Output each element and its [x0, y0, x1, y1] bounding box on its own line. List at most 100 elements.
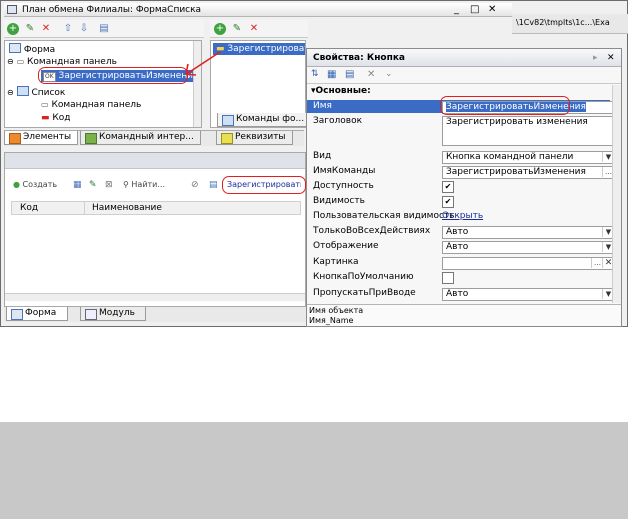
dropdown-icon[interactable]: ⌄ — [385, 69, 393, 79]
column-name[interactable]: Наименование — [92, 203, 162, 213]
properties-scrollbar[interactable] — [612, 85, 621, 303]
copy-icon[interactable]: ▦ — [73, 180, 82, 190]
form-commands-tab-icon — [222, 115, 234, 126]
delete-command-icon[interactable]: ✕ — [248, 23, 260, 35]
prop-row-command-name[interactable]: ИмяКоманды ЗарегистрироватьИзменения… — [307, 165, 615, 179]
preview-header — [5, 153, 305, 169]
module-tab-icon — [85, 309, 97, 320]
prop-row-user-visibility[interactable]: Пользовательская видимость Открыть — [307, 210, 610, 223]
tab-form-commands[interactable]: Команды фо... — [217, 113, 312, 127]
close-icon[interactable]: ✕ — [488, 4, 496, 15]
tab-form[interactable]: Форма — [6, 307, 68, 321]
left-tab-bar: Элементы Командный интер... Реквизиты — [4, 130, 304, 146]
tab-module[interactable]: Модуль — [80, 307, 146, 321]
delete-icon[interactable]: ✕ — [40, 23, 52, 35]
elements-tree: Форма ⊖ ▭ Командная панель OK Зарегистри… — [4, 40, 202, 128]
bottom-tab-bar: Форма Модуль — [4, 306, 306, 322]
add-command-icon[interactable]: + — [214, 23, 226, 35]
edit-icon[interactable]: ✎ — [24, 23, 36, 35]
create-button[interactable]: ● Создать — [13, 180, 57, 189]
path-bar: \1Cv82\tmplts\1c...\Exa — [512, 14, 628, 34]
window-title: План обмена Филиалы: ФормаСписка — [22, 5, 202, 15]
visible-checkbox[interactable]: ✔ — [442, 196, 454, 208]
create-icon: ● — [13, 180, 20, 189]
enabled-checkbox[interactable]: ✔ — [442, 181, 454, 193]
command-name-field[interactable]: ЗарегистрироватьИзменения… — [442, 166, 615, 179]
tree-item-list-command-panel[interactable]: ▭ Командная панель — [41, 99, 141, 111]
prop-row-only-in-all-actions[interactable]: ТолькоВоВсехДействиях Авто ▼ — [307, 225, 615, 239]
form-window-icon — [7, 5, 17, 14]
prop-row-title[interactable]: Заголовок Зарегистрировать изменения — [307, 115, 615, 146]
refresh-icon[interactable]: ▤ — [209, 180, 218, 190]
command-item-register[interactable]: ▬ Зарегистрировать — [213, 43, 305, 55]
skip-on-input-select[interactable]: Авто ▼ — [442, 288, 615, 301]
kind-select[interactable]: Кнопка командной панели ▼ — [442, 151, 615, 164]
red-arrow — [185, 51, 221, 76]
pin-icon[interactable]: ▸ — [593, 49, 598, 67]
title-bar: План обмена Филиалы: ФормаСписка _ □ ✕ — [4, 3, 512, 17]
find-button[interactable]: ⚲ Найти... — [123, 180, 165, 189]
preview-scrollbar[interactable] — [5, 293, 305, 301]
highlight-oval — [440, 96, 570, 115]
column-divider — [84, 202, 85, 214]
representation-select[interactable]: Авто ▼ — [442, 241, 615, 254]
default-button-checkbox[interactable] — [442, 272, 454, 284]
prop-row-skip-on-input[interactable]: ПропускатьПриВводе Авто ▼ — [307, 287, 615, 301]
highlight-oval — [222, 176, 306, 194]
find-icon: ⚲ — [123, 180, 129, 189]
tab-command-interface[interactable]: Командный интер... — [80, 131, 201, 145]
tab-elements[interactable]: Элементы — [4, 131, 79, 145]
requisites-tab-icon — [221, 133, 233, 144]
command-panel-icon: ▭ — [16, 57, 25, 66]
prop-row-representation[interactable]: Отображение Авто ▼ — [307, 240, 615, 254]
column-code[interactable]: Код — [20, 203, 38, 213]
move-down-icon[interactable]: ⇩ — [78, 23, 90, 35]
elements-tab-icon — [9, 133, 21, 144]
categories-icon[interactable]: ▦ — [327, 69, 336, 80]
clear-icon[interactable]: ✕ — [367, 69, 375, 80]
only-in-all-actions-select[interactable]: Авто ▼ — [442, 226, 615, 239]
edit-item-icon[interactable]: ✎ — [89, 180, 97, 190]
highlight-oval — [38, 67, 188, 84]
command-interface-tab-icon — [85, 133, 97, 144]
picture-field[interactable]: … ✕ — [442, 257, 615, 270]
list-view-icon[interactable]: ▤ — [345, 69, 354, 80]
more-icon[interactable]: ▤ — [98, 23, 110, 35]
section-basic[interactable]: ▾Основные: — [311, 86, 371, 96]
commands-pane: ▬ Зарегистрировать Команды фо... — [210, 40, 312, 128]
properties-close-icon[interactable]: ✕ — [607, 49, 615, 67]
tree-item-list[interactable]: ⊖ Список — [7, 86, 65, 98]
prop-row-kind[interactable]: Вид Кнопка командной панели ▼ — [307, 150, 615, 164]
table-icon — [16, 86, 29, 96]
commands-toolbar: + ✎ ✕ — [210, 20, 308, 38]
collapse-icon[interactable]: ⊖ — [7, 88, 14, 97]
list-header: Код Наименование — [11, 201, 301, 215]
tab-requisites[interactable]: Реквизиты — [216, 131, 293, 145]
elements-toolbar: + ✎ ✕ ⇧ ⇩ ▤ — [4, 20, 204, 38]
move-up-icon[interactable]: ⇧ — [62, 23, 74, 35]
tree-item-code[interactable]: ▬ Код — [41, 112, 71, 124]
background-band — [0, 422, 628, 519]
title-field[interactable]: Зарегистрировать изменения — [442, 116, 615, 146]
properties-title: Свойства: Кнопка ▸ ✕ — [307, 49, 621, 67]
prop-row-visible[interactable]: Видимость ✔ — [307, 195, 610, 208]
minimize-icon[interactable]: _ — [454, 4, 459, 15]
field-icon: ▬ — [41, 113, 50, 123]
sort-icon[interactable]: ⇅ — [311, 69, 319, 79]
prop-row-enabled[interactable]: Доступность ✔ — [307, 180, 610, 193]
maximize-icon[interactable]: □ — [470, 4, 479, 15]
prop-row-default-button[interactable]: КнопкаПоУмолчанию — [307, 271, 610, 284]
prop-row-picture[interactable]: Картинка … ✕ — [307, 256, 615, 270]
property-description: Имя объекта Имя_Name — [307, 304, 621, 326]
collapse-icon[interactable]: ⊖ — [7, 57, 14, 66]
cancel-search-icon[interactable]: ⊘ — [191, 180, 199, 190]
edit-command-icon[interactable]: ✎ — [231, 23, 243, 35]
tree-item-form[interactable]: Форма — [9, 43, 55, 55]
command-panel-icon: ▭ — [41, 100, 49, 109]
open-link[interactable]: Открыть — [442, 210, 483, 223]
properties-panel: Свойства: Кнопка ▸ ✕ ⇅ ▦ ▤ ✕ ⌄ ▾Основные… — [306, 48, 622, 327]
properties-toolbar: ⇅ ▦ ▤ ✕ ⌄ — [307, 67, 621, 84]
mark-delete-icon[interactable]: ⊠ — [105, 180, 113, 190]
form-tab-icon — [11, 309, 23, 320]
add-icon[interactable]: + — [7, 23, 19, 35]
